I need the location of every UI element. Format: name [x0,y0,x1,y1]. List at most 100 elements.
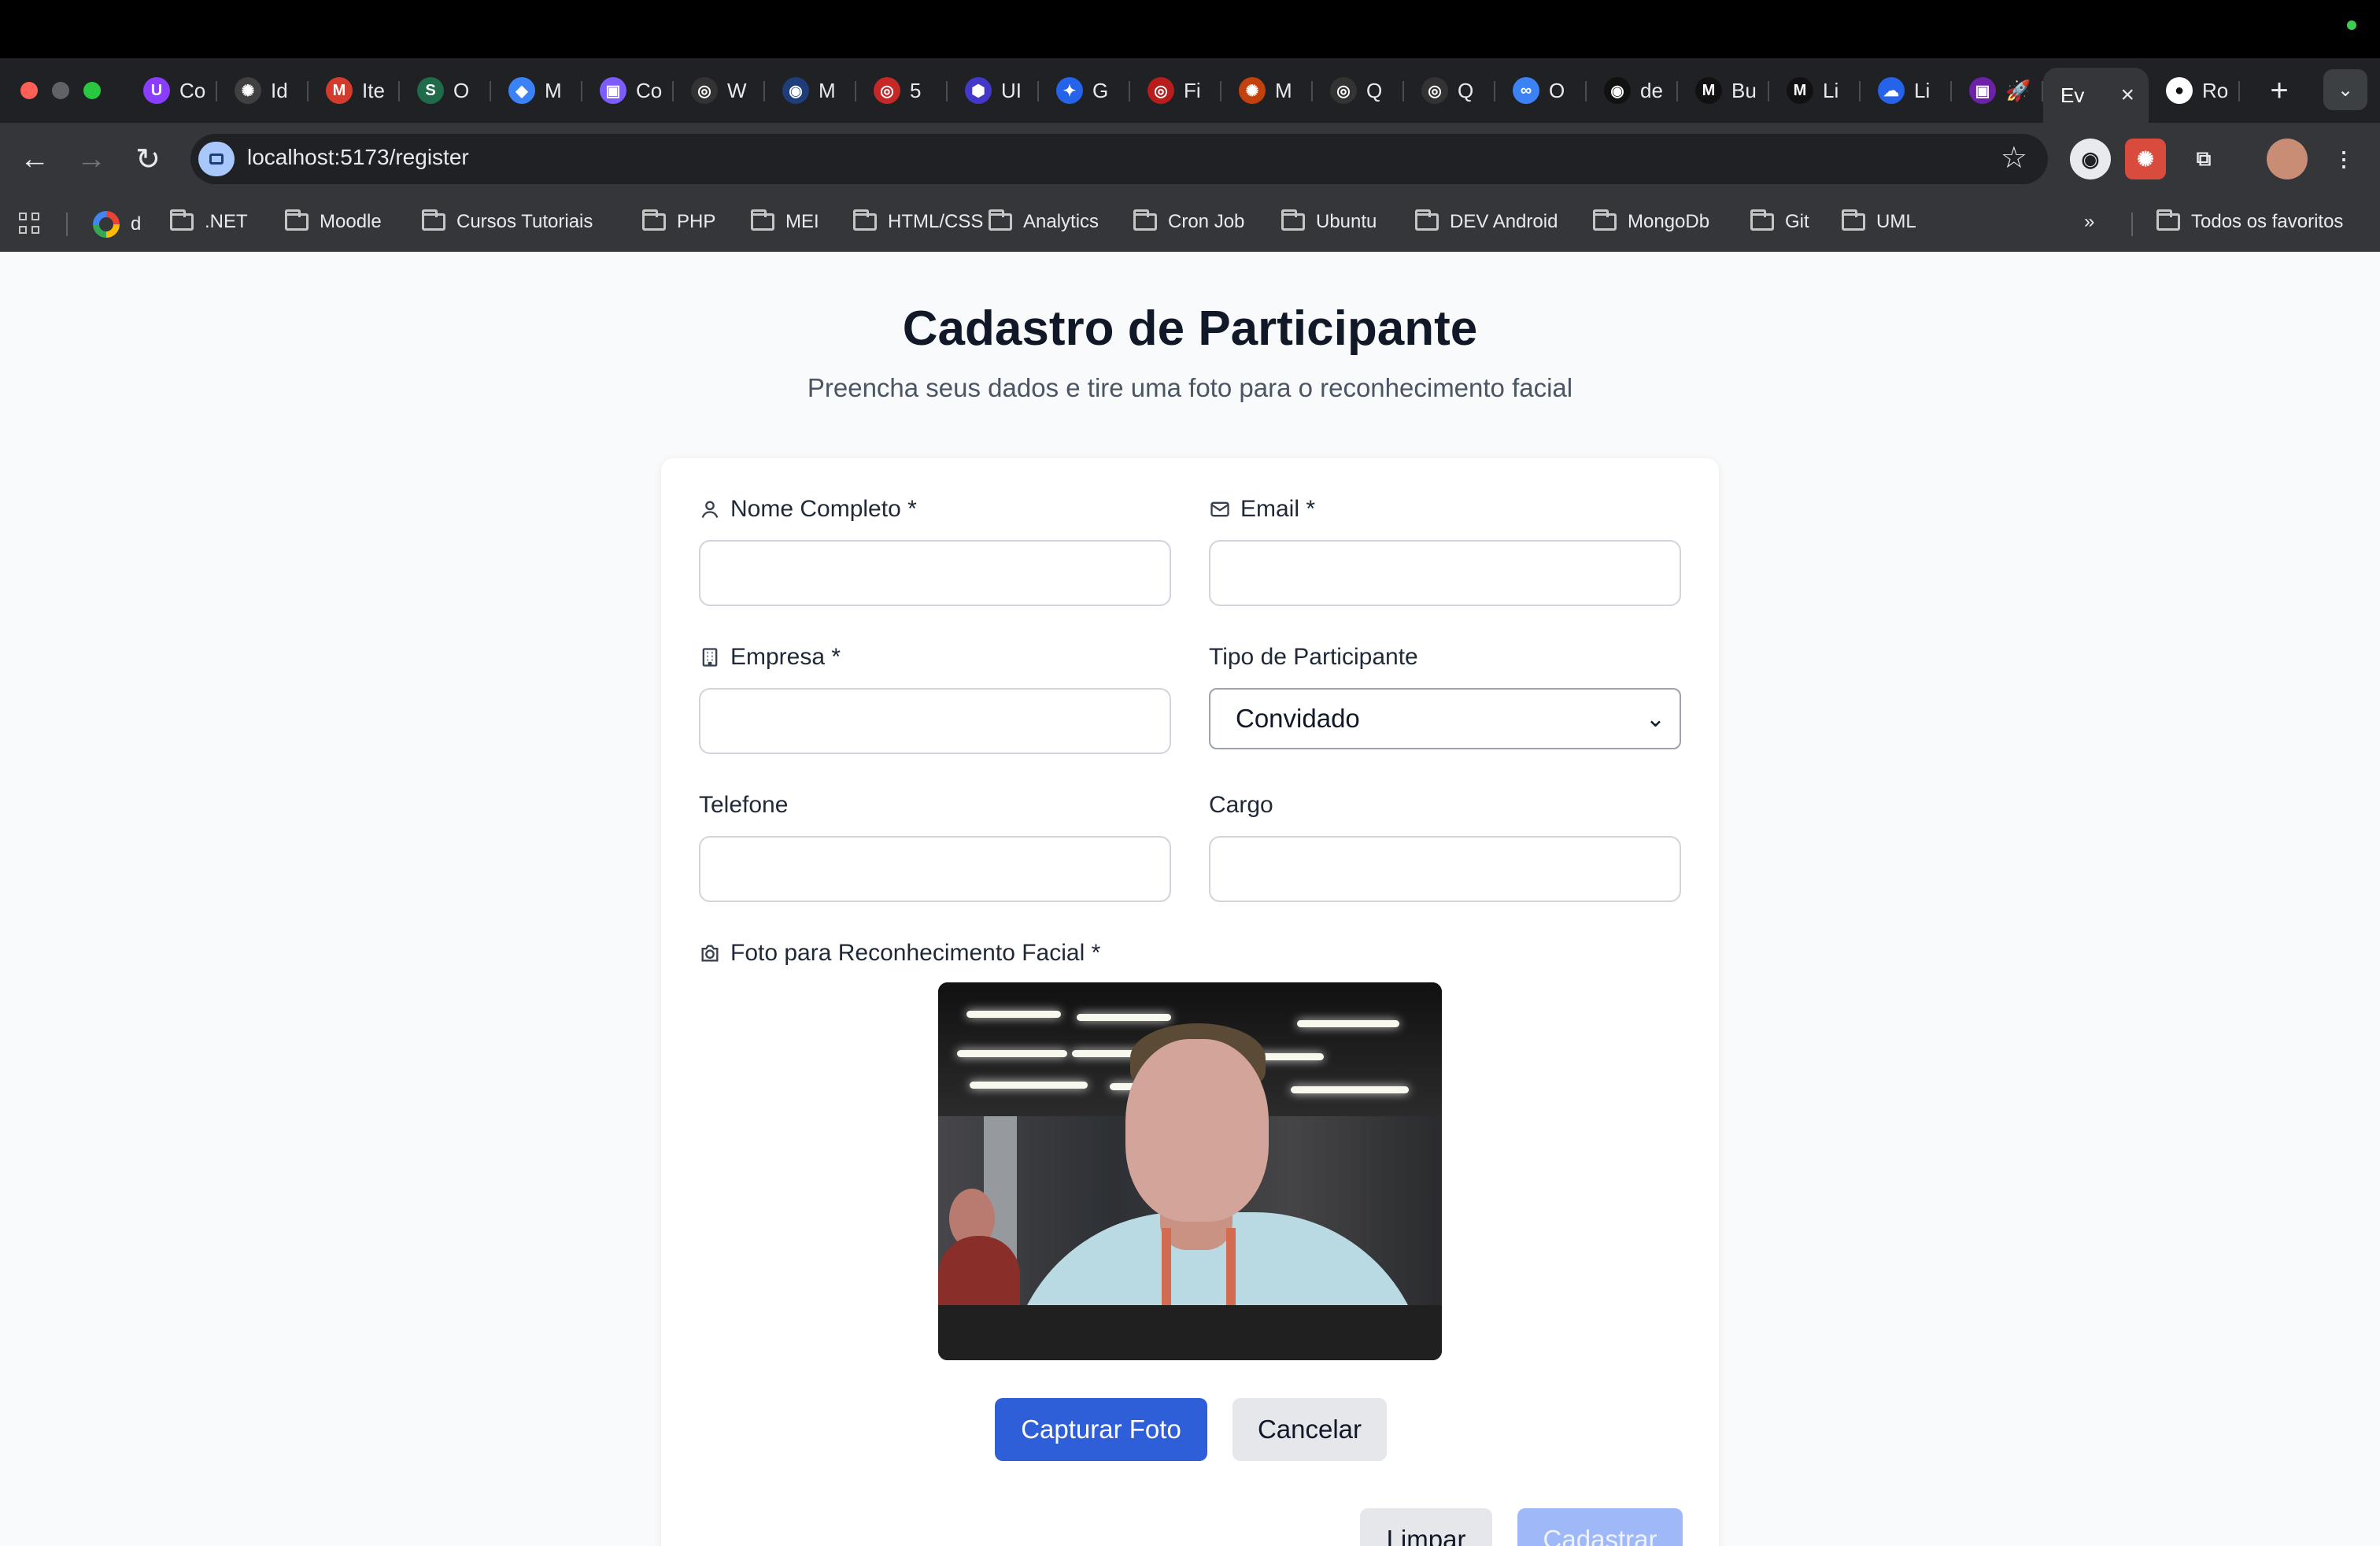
browser-menu-icon[interactable]: ⋮ [2323,139,2364,179]
window-controls [20,82,101,99]
all-bookmarks-label: Todos os favoritos [2191,211,2344,232]
bookmark-star-icon[interactable]: ☆ [2001,140,2027,176]
reload-button[interactable]: ↻ [129,140,167,178]
capture-photo-button[interactable]: Capturar Foto [995,1398,1207,1461]
cancel-camera-button[interactable]: Cancelar [1232,1398,1387,1461]
bookmark-label: DEV Android [1450,211,1558,232]
tab-label: Li [1823,78,1839,102]
phone-label: Telefone [699,792,789,818]
tab-favicon-icon: ☁ [1878,77,1905,104]
tab-label: Id [271,78,288,102]
bookmark-item[interactable]: Cursos Tutoriais [422,209,593,233]
tab-favicon-icon: ⬢ [965,77,992,104]
back-button[interactable]: ← [16,140,54,178]
browser-tab[interactable]: ▣ Co [582,67,674,114]
browser-tab[interactable]: ✺ M [1221,67,1313,114]
browser-tab[interactable]: ◉ M [765,67,856,114]
bookmark-item[interactable]: d [93,211,141,238]
browser-tab[interactable]: ✦ G [1039,67,1130,114]
browser-toolbar: ← → ↻ localhost:5173/register ☆ ◉ ✺ ⧉ ⋮ [0,123,2380,195]
maximize-window-button[interactable] [83,82,101,99]
photo-label: Foto para Reconhecimento Facial * [699,940,1100,967]
browser-tab[interactable]: ∞ O [1495,67,1587,114]
minimize-window-button[interactable] [52,82,69,99]
folder-icon [1281,209,1305,231]
url-text[interactable]: localhost:5173/register [247,145,469,170]
bookmark-label: Moodle [320,211,382,232]
extension-icon[interactable]: ◉ [2070,139,2111,179]
company-input[interactable] [699,688,1171,754]
address-bar[interactable]: localhost:5173/register ☆ [190,134,2048,184]
bookmark-item[interactable]: Ubuntu [1281,209,1377,233]
browser-tab[interactable]: ◎ 5 [856,67,948,114]
browser-tab[interactable]: M Li [1769,67,1861,114]
close-window-button[interactable] [20,82,38,99]
tab-search-button[interactable]: ⌄ [2323,69,2367,110]
active-tab[interactable]: Ev × [2043,68,2149,123]
google-icon [93,211,120,238]
browser-tab[interactable]: U Co [126,67,217,114]
tab-label: UI [1001,78,1022,102]
bookmark-item[interactable]: UML [1842,209,1916,233]
email-input[interactable] [1209,540,1681,606]
all-bookmarks-folder[interactable]: Todos os favoritos [2156,209,2344,233]
bookmark-item[interactable]: .NET [170,209,248,233]
tab-favicon-icon: ◎ [1421,77,1448,104]
browser-tab[interactable]: ◉ de [1587,67,1678,114]
ceiling-light [957,1050,1067,1057]
more-bookmarks-button[interactable]: » [2084,211,2094,233]
bookmark-item[interactable]: MEI [751,209,819,233]
github-tab[interactable]: ● Ro [2149,67,2240,114]
bookmark-item[interactable]: MongoDb [1593,209,1709,233]
folder-icon [751,209,774,231]
tab-favicon-icon: ◎ [691,77,718,104]
extensions-puzzle-icon[interactable]: ⧉ [2183,139,2224,179]
foreground-table [938,1305,1442,1360]
profile-avatar[interactable] [2267,139,2308,179]
company-label: Empresa * [699,644,841,671]
browser-tab[interactable]: ✺ Id [217,67,309,114]
close-tab-icon[interactable]: × [2120,82,2134,109]
bookmark-item[interactable]: DEV Android [1415,209,1558,233]
phone-input[interactable] [699,836,1171,902]
folder-icon [170,209,194,231]
registration-form-card: Nome Completo * Email * Empresa * Tipo d… [661,458,1719,1546]
new-tab-button[interactable]: + [2256,67,2303,114]
extension-icon[interactable]: ✺ [2125,139,2166,179]
browser-tab[interactable]: SO [400,67,491,114]
browser-tab[interactable]: M Ite [309,67,400,114]
browser-tab[interactable]: ⬢ UI [948,67,1039,114]
participant-type-label: Tipo de Participante [1209,644,1418,670]
clear-form-button[interactable]: Limpar [1360,1508,1492,1546]
name-input[interactable] [699,540,1171,606]
browser-tab[interactable]: ◎ Q [1313,67,1404,114]
bookmark-item[interactable]: Analytics [989,209,1099,233]
tab-favicon-icon: M [1695,77,1722,104]
forward-button[interactable]: → [72,140,110,178]
browser-tab[interactable]: ◎ Fi [1130,67,1221,114]
bookmark-item[interactable]: Git [1750,209,1809,233]
apps-grid-icon[interactable] [19,213,41,235]
bookmark-item[interactable]: Moodle [285,209,382,233]
folder-icon [1593,209,1617,231]
bookmark-label: Cron Job [1168,211,1245,232]
browser-tab[interactable]: ◆ M [491,67,582,114]
browser-tab[interactable]: ▣ 🚀 [1952,67,2043,114]
browser-tab[interactable]: ◎ Q [1404,67,1495,114]
browser-tab[interactable]: ☁ Li [1861,67,1952,114]
participant-type-select[interactable]: Convidado ⌄ [1209,688,1681,749]
browser-tab[interactable]: ◎ W [674,67,765,114]
tab-label: 🚀 [2005,78,2031,102]
role-input[interactable] [1209,836,1681,902]
tab-favicon-icon: ▣ [1969,77,1996,104]
bookmark-item[interactable]: Cron Job [1133,209,1245,233]
submit-registration-button[interactable]: Cadastrar [1517,1508,1683,1546]
bookmark-label: PHP [677,211,716,232]
ceiling-light [1291,1086,1409,1093]
tab-label: Bu [1731,78,1757,102]
browser-tab[interactable]: M Bu [1678,67,1769,114]
camera-permission-icon[interactable] [198,142,235,176]
tab-favicon-icon: ✺ [1239,77,1266,104]
bookmark-item[interactable]: PHP [642,209,716,233]
bookmark-item[interactable]: HTML/CSS [853,209,983,233]
